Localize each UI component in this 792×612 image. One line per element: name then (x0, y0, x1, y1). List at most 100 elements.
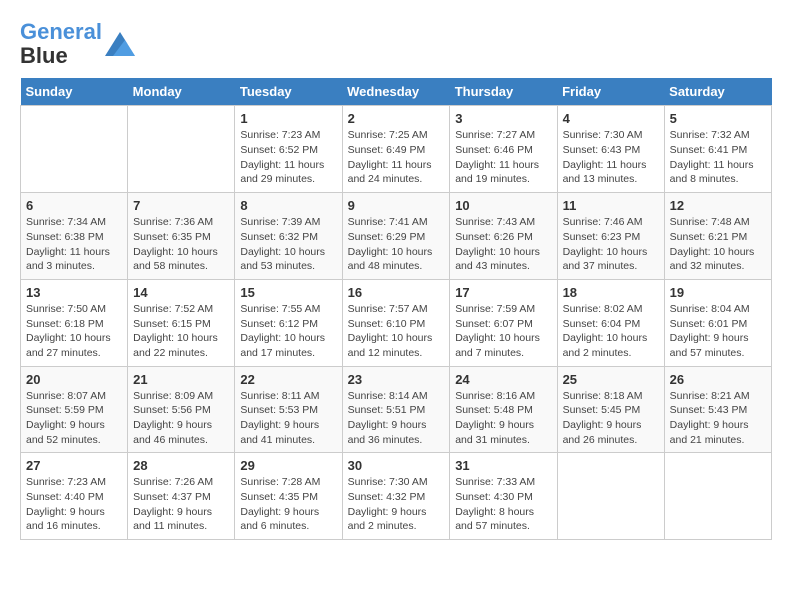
calendar-cell: 6Sunrise: 7:34 AM Sunset: 6:38 PM Daylig… (21, 193, 128, 280)
day-detail: Sunrise: 7:25 AM Sunset: 6:49 PM Dayligh… (348, 128, 445, 187)
day-detail: Sunrise: 8:02 AM Sunset: 6:04 PM Dayligh… (563, 302, 659, 361)
day-detail: Sunrise: 7:43 AM Sunset: 6:26 PM Dayligh… (455, 215, 551, 274)
day-number: 10 (455, 198, 551, 213)
day-number: 15 (240, 285, 336, 300)
day-number: 13 (26, 285, 122, 300)
calendar-cell: 5 Sunrise: 7:32 AM Sunset: 6:41 PM Daylig… (664, 106, 771, 193)
calendar-cell: 7 Sunrise: 7:36 AM Sunset: 6:35 PM Daylig… (128, 193, 235, 280)
day-header-tuesday: Tuesday (235, 78, 342, 106)
day-number: 28 (133, 458, 229, 473)
day-detail: Sunrise: 7:52 AM Sunset: 6:15 PM Dayligh… (133, 302, 229, 361)
calendar-cell: 8 Sunrise: 7:39 AM Sunset: 6:32 PM Daylig… (235, 193, 342, 280)
calendar-cell: 26Sunrise: 8:21 AM Sunset: 5:43 PM Dayli… (664, 366, 771, 453)
day-detail: Sunrise: 7:33 AM Sunset: 4:30 PM Dayligh… (455, 475, 551, 534)
day-detail: Sunrise: 8:16 AM Sunset: 5:48 PM Dayligh… (455, 389, 551, 448)
calendar-cell: 20 Sunrise: 8:07 AM Sunset: 5:59 PM Dayli… (21, 366, 128, 453)
week-row-2: 6Sunrise: 7:34 AM Sunset: 6:38 PM Daylig… (21, 193, 772, 280)
calendar-cell: 29 Sunrise: 7:28 AM Sunset: 4:35 PM Dayli… (235, 453, 342, 540)
day-number: 11 (563, 198, 659, 213)
day-number: 26 (670, 372, 766, 387)
day-number: 7 (133, 198, 229, 213)
page-header: GeneralBlue (20, 20, 772, 68)
calendar-cell: 18 Sunrise: 8:02 AM Sunset: 6:04 PM Dayli… (557, 279, 664, 366)
day-detail: Sunrise: 7:41 AM Sunset: 6:29 PM Dayligh… (348, 215, 445, 274)
header-row: SundayMondayTuesdayWednesdayThursdayFrid… (21, 78, 772, 106)
calendar-cell: 3Sunrise: 7:27 AM Sunset: 6:46 PM Daylig… (450, 106, 557, 193)
day-detail: Sunrise: 7:28 AM Sunset: 4:35 PM Dayligh… (240, 475, 336, 534)
calendar-cell: 19Sunrise: 8:04 AM Sunset: 6:01 PM Dayli… (664, 279, 771, 366)
calendar-cell: 10 Sunrise: 7:43 AM Sunset: 6:26 PM Dayli… (450, 193, 557, 280)
day-header-friday: Friday (557, 78, 664, 106)
day-header-monday: Monday (128, 78, 235, 106)
day-detail: Sunrise: 8:14 AM Sunset: 5:51 PM Dayligh… (348, 389, 445, 448)
day-number: 31 (455, 458, 551, 473)
day-number: 4 (563, 111, 659, 126)
day-detail: Sunrise: 8:09 AM Sunset: 5:56 PM Dayligh… (133, 389, 229, 448)
calendar-cell: 15Sunrise: 7:55 AM Sunset: 6:12 PM Dayli… (235, 279, 342, 366)
week-row-4: 20 Sunrise: 8:07 AM Sunset: 5:59 PM Dayli… (21, 366, 772, 453)
day-number: 17 (455, 285, 551, 300)
day-detail: Sunrise: 8:07 AM Sunset: 5:59 PM Dayligh… (26, 389, 122, 448)
day-number: 2 (348, 111, 445, 126)
day-header-saturday: Saturday (664, 78, 771, 106)
day-detail: Sunrise: 7:57 AM Sunset: 6:10 PM Dayligh… (348, 302, 445, 361)
calendar-cell: 21 Sunrise: 8:09 AM Sunset: 5:56 PM Dayli… (128, 366, 235, 453)
day-number: 21 (133, 372, 229, 387)
day-number: 16 (348, 285, 445, 300)
day-detail: Sunrise: 7:23 AM Sunset: 4:40 PM Dayligh… (26, 475, 122, 534)
logo-text: GeneralBlue (20, 20, 102, 68)
day-number: 6 (26, 198, 122, 213)
day-header-sunday: Sunday (21, 78, 128, 106)
calendar-cell: 9 Sunrise: 7:41 AM Sunset: 6:29 PM Daylig… (342, 193, 450, 280)
calendar-cell: 2 Sunrise: 7:25 AM Sunset: 6:49 PM Daylig… (342, 106, 450, 193)
week-row-3: 13 Sunrise: 7:50 AM Sunset: 6:18 PM Dayli… (21, 279, 772, 366)
day-detail: Sunrise: 7:30 AM Sunset: 6:43 PM Dayligh… (563, 128, 659, 187)
calendar-table: SundayMondayTuesdayWednesdayThursdayFrid… (20, 78, 772, 540)
day-detail: Sunrise: 7:59 AM Sunset: 6:07 PM Dayligh… (455, 302, 551, 361)
calendar-cell: 14Sunrise: 7:52 AM Sunset: 6:15 PM Dayli… (128, 279, 235, 366)
day-detail: Sunrise: 8:18 AM Sunset: 5:45 PM Dayligh… (563, 389, 659, 448)
day-detail: Sunrise: 7:39 AM Sunset: 6:32 PM Dayligh… (240, 215, 336, 274)
day-number: 1 (240, 111, 336, 126)
calendar-cell (557, 453, 664, 540)
calendar-cell (664, 453, 771, 540)
day-number: 9 (348, 198, 445, 213)
day-detail: Sunrise: 8:11 AM Sunset: 5:53 PM Dayligh… (240, 389, 336, 448)
logo-icon (105, 32, 135, 56)
calendar-cell: 30Sunrise: 7:30 AM Sunset: 4:32 PM Dayli… (342, 453, 450, 540)
day-number: 30 (348, 458, 445, 473)
calendar-cell (21, 106, 128, 193)
calendar-cell: 13 Sunrise: 7:50 AM Sunset: 6:18 PM Dayli… (21, 279, 128, 366)
day-number: 24 (455, 372, 551, 387)
day-detail: Sunrise: 7:26 AM Sunset: 4:37 PM Dayligh… (133, 475, 229, 534)
logo: GeneralBlue (20, 20, 135, 68)
day-number: 3 (455, 111, 551, 126)
day-detail: Sunrise: 7:36 AM Sunset: 6:35 PM Dayligh… (133, 215, 229, 274)
day-detail: Sunrise: 7:48 AM Sunset: 6:21 PM Dayligh… (670, 215, 766, 274)
day-detail: Sunrise: 7:50 AM Sunset: 6:18 PM Dayligh… (26, 302, 122, 361)
day-number: 23 (348, 372, 445, 387)
week-row-5: 27 Sunrise: 7:23 AM Sunset: 4:40 PM Dayli… (21, 453, 772, 540)
calendar-cell: 4 Sunrise: 7:30 AM Sunset: 6:43 PM Daylig… (557, 106, 664, 193)
day-number: 5 (670, 111, 766, 126)
calendar-cell: 1Sunrise: 7:23 AM Sunset: 6:52 PM Daylig… (235, 106, 342, 193)
calendar-cell: 12Sunrise: 7:48 AM Sunset: 6:21 PM Dayli… (664, 193, 771, 280)
calendar-cell: 11 Sunrise: 7:46 AM Sunset: 6:23 PM Dayli… (557, 193, 664, 280)
calendar-cell: 28 Sunrise: 7:26 AM Sunset: 4:37 PM Dayli… (128, 453, 235, 540)
week-row-1: 1Sunrise: 7:23 AM Sunset: 6:52 PM Daylig… (21, 106, 772, 193)
day-detail: Sunrise: 7:46 AM Sunset: 6:23 PM Dayligh… (563, 215, 659, 274)
day-header-wednesday: Wednesday (342, 78, 450, 106)
day-detail: Sunrise: 8:04 AM Sunset: 6:01 PM Dayligh… (670, 302, 766, 361)
day-number: 27 (26, 458, 122, 473)
day-number: 8 (240, 198, 336, 213)
day-detail: Sunrise: 7:32 AM Sunset: 6:41 PM Dayligh… (670, 128, 766, 187)
calendar-cell: 23 Sunrise: 8:14 AM Sunset: 5:51 PM Dayli… (342, 366, 450, 453)
calendar-cell: 27 Sunrise: 7:23 AM Sunset: 4:40 PM Dayli… (21, 453, 128, 540)
day-number: 22 (240, 372, 336, 387)
calendar-cell: 22 Sunrise: 8:11 AM Sunset: 5:53 PM Dayli… (235, 366, 342, 453)
day-number: 25 (563, 372, 659, 387)
day-number: 20 (26, 372, 122, 387)
calendar-cell: 24 Sunrise: 8:16 AM Sunset: 5:48 PM Dayli… (450, 366, 557, 453)
day-number: 29 (240, 458, 336, 473)
day-number: 18 (563, 285, 659, 300)
